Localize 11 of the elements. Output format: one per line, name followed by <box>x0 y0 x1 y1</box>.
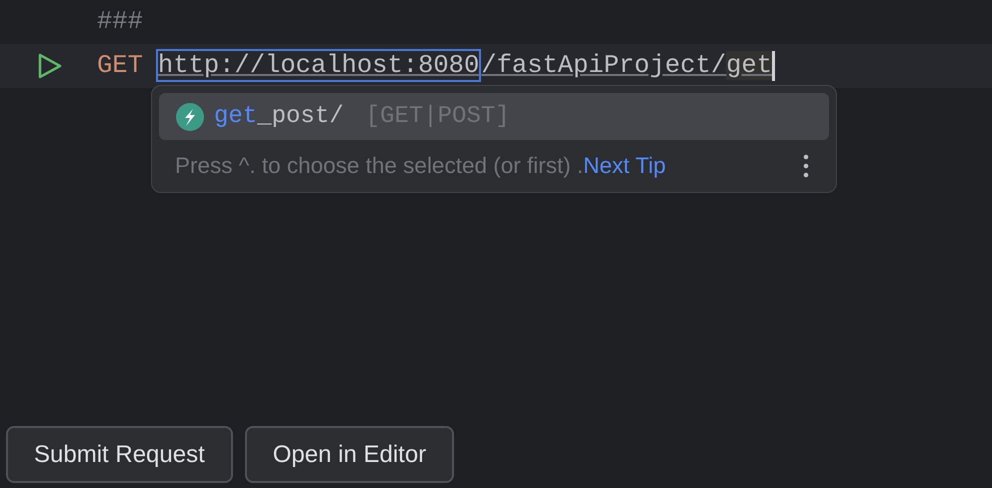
comment-text: ### <box>97 6 143 38</box>
more-icon[interactable] <box>803 154 809 178</box>
action-button[interactable]: Submit Request <box>6 426 233 483</box>
request-url: http://localhost:8080/fastApiProject/get <box>158 48 772 84</box>
text-caret <box>772 51 776 81</box>
bolt-icon <box>176 102 204 130</box>
run-icon[interactable] <box>37 52 63 80</box>
tip-text: Press ^. to choose the selected (or first) .Next Tip <box>175 152 666 180</box>
action-button[interactable]: Open in Editor <box>244 426 454 483</box>
http-method: GET <box>97 50 143 82</box>
next-tip-link[interactable]: Next Tip <box>583 153 666 178</box>
